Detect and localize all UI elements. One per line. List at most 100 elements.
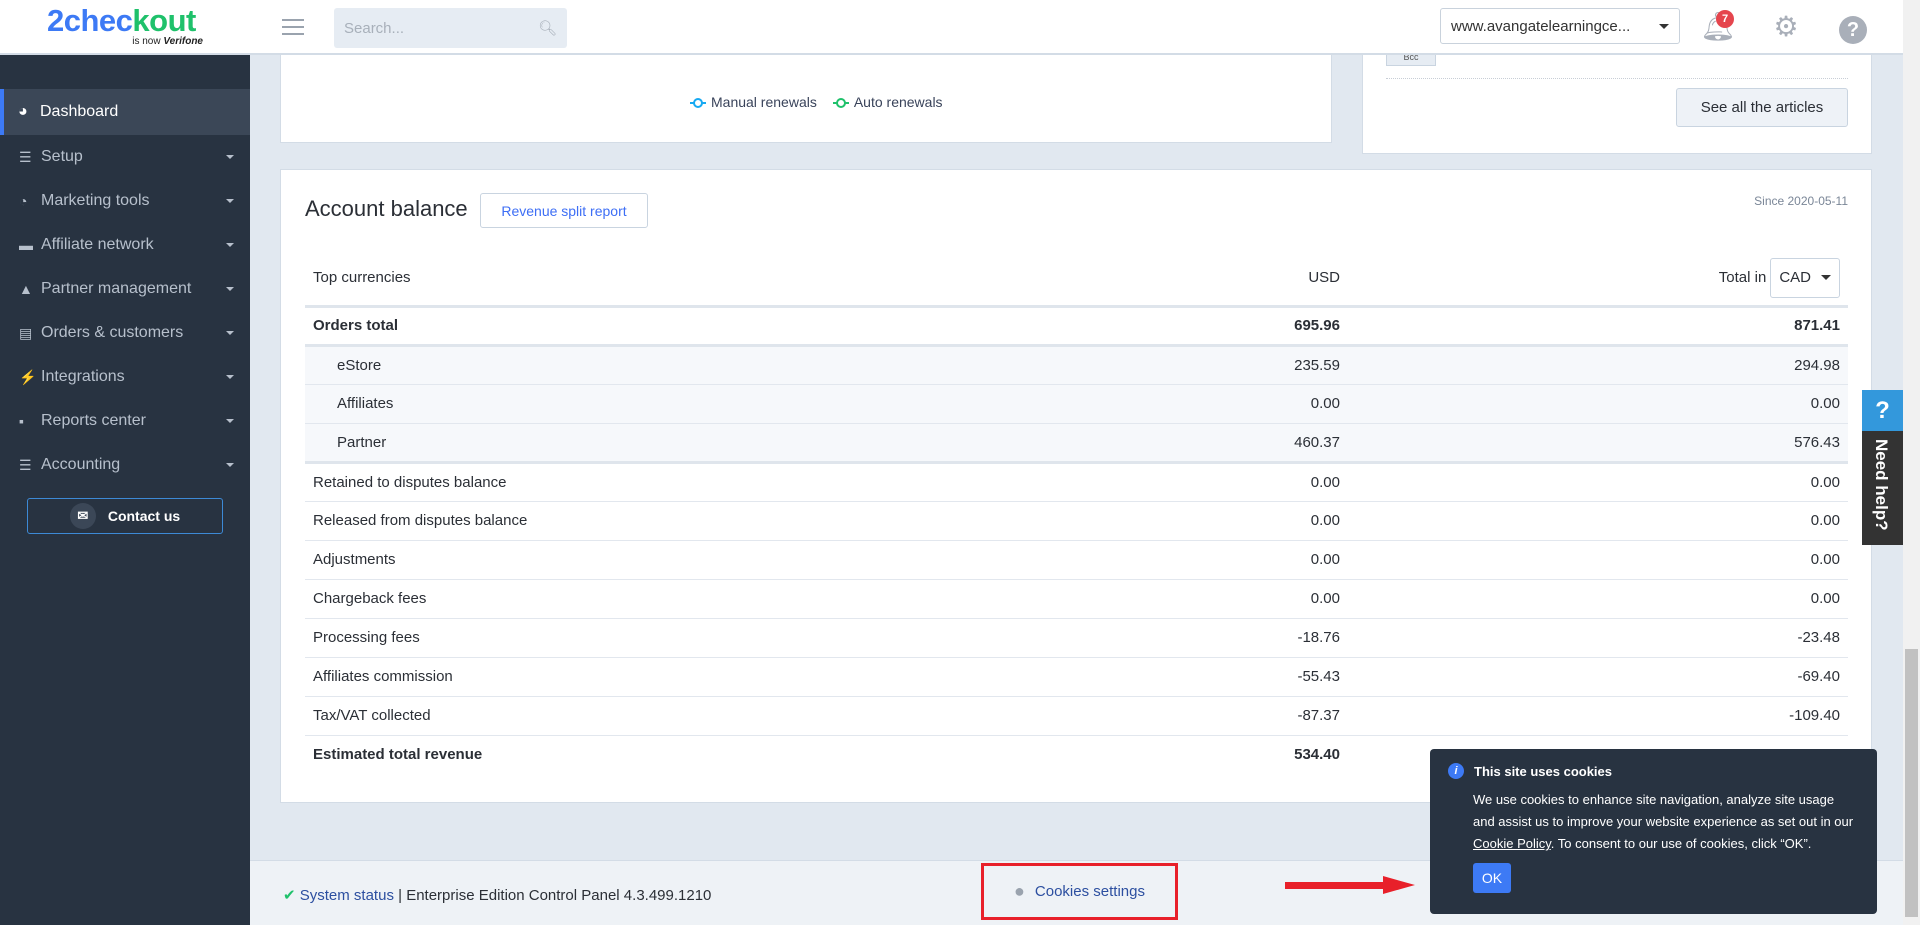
divider bbox=[1386, 78, 1848, 79]
contact-us-button[interactable]: ✉ Contact us bbox=[27, 498, 223, 534]
legend-manual-renewals[interactable]: Manual renewals bbox=[690, 94, 817, 110]
dashboard-icon: ◕ bbox=[18, 103, 28, 120]
table-row: Orders total 695.96 871.41 bbox=[305, 306, 1848, 347]
top-header: 2checkout is now Verifone Search... 🔍︎ ww… bbox=[0, 0, 1903, 55]
cookie-policy-link[interactable]: Cookie Policy bbox=[1473, 836, 1551, 851]
search-input[interactable]: Search... 🔍︎ bbox=[334, 8, 567, 48]
chevron-down-icon bbox=[1659, 23, 1669, 29]
cell-total: -109.40 bbox=[1348, 696, 1848, 736]
sidebar-item-orders-customers[interactable]: ▤ Orders & customers bbox=[0, 311, 250, 355]
cell-total: -69.40 bbox=[1348, 657, 1848, 697]
cell-label: eStore bbox=[305, 345, 748, 385]
sidebar-item-setup[interactable]: ☰ Setup bbox=[0, 135, 250, 179]
cell-total: 0.00 bbox=[1348, 540, 1848, 580]
cell-usd: -87.37 bbox=[748, 696, 1348, 736]
table-row: Partner 460.37 576.43 bbox=[305, 423, 1848, 464]
coins-icon: ☰ bbox=[19, 456, 32, 473]
sidebar-item-marketing-tools[interactable]: ◔ Marketing tools bbox=[0, 179, 250, 223]
cell-total: -23.48 bbox=[1348, 618, 1848, 658]
legend-auto-renewals[interactable]: Auto renewals bbox=[832, 94, 943, 110]
bar-chart-icon: ▪ bbox=[19, 413, 24, 429]
cell-usd: 0.00 bbox=[748, 501, 1348, 541]
cell-total: 576.43 bbox=[1348, 423, 1848, 464]
cell-label: Retained to disputes balance bbox=[305, 462, 748, 502]
domain-select[interactable]: www.avangatelearningce... bbox=[1440, 8, 1680, 44]
sidebar-item-accounting[interactable]: ☰ Accounting bbox=[0, 443, 250, 487]
red-arrow-annotation bbox=[1285, 876, 1415, 894]
cell-usd: 695.96 bbox=[748, 306, 1348, 347]
see-all-articles-button[interactable]: See all the articles bbox=[1676, 88, 1848, 127]
bell-icon[interactable]: 🔔︎ 7 bbox=[1700, 10, 1736, 44]
cell-label: Tax/VAT collected bbox=[305, 696, 748, 736]
cell-usd: 0.00 bbox=[748, 540, 1348, 580]
cell-label: Orders total bbox=[305, 306, 748, 347]
cell-usd: 0.00 bbox=[748, 384, 1348, 424]
gear-icon[interactable]: ⚙ bbox=[1770, 10, 1802, 44]
system-status: ✔ System status | Enterprise Edition Con… bbox=[283, 887, 712, 904]
col-total: Total in CAD bbox=[1348, 251, 1848, 308]
table-row: Released from disputes balance 0.00 0.00 bbox=[305, 501, 1848, 541]
table-row: Affiliates commission -55.43 -69.40 bbox=[305, 657, 1848, 697]
cell-total: 0.00 bbox=[1348, 384, 1848, 424]
cell-label: Estimated total revenue bbox=[313, 746, 483, 764]
need-help-tab[interactable]: ? Need help? bbox=[1862, 390, 1903, 545]
cell-usd: 0.00 bbox=[748, 462, 1348, 502]
table-row: Tax/VAT collected -87.37 -109.40 bbox=[305, 696, 1848, 736]
cookie-banner: i This site uses cookies We use cookies t… bbox=[1430, 749, 1877, 914]
system-status-link[interactable]: System status bbox=[300, 887, 394, 904]
info-icon: i bbox=[1448, 763, 1464, 779]
since-date: Since 2020-05-11 bbox=[1754, 194, 1848, 208]
cell-label: Processing fees bbox=[305, 618, 748, 658]
col-top-currencies: Top currencies bbox=[305, 251, 748, 308]
sidebar-item-reports-center[interactable]: ▪ Reports center bbox=[0, 399, 250, 443]
cell-total: 0.00 bbox=[1348, 501, 1848, 541]
cell-usd: 460.37 bbox=[748, 423, 1348, 464]
sidebar-item-dashboard[interactable]: ◕ Dashboard bbox=[0, 89, 250, 135]
article-tag: Bcc bbox=[1386, 55, 1436, 66]
envelope-icon: ✉ bbox=[69, 503, 96, 529]
scrollbar-thumb[interactable] bbox=[1905, 649, 1918, 917]
logo-text: 2checkout bbox=[47, 3, 196, 38]
table-row: Adjustments 0.00 0.00 bbox=[305, 540, 1848, 580]
cell-total: 871.41 bbox=[1348, 306, 1848, 347]
table-row: Chargeback fees 0.00 0.00 bbox=[305, 579, 1848, 619]
cell-label: Affiliates commission bbox=[305, 657, 748, 697]
cell-total: 0.00 bbox=[1348, 462, 1848, 502]
question-icon: ? bbox=[1862, 390, 1903, 431]
cookie-ok-button[interactable]: OK bbox=[1473, 863, 1511, 893]
notification-badge: 7 bbox=[1716, 10, 1734, 28]
cell-label: Partner bbox=[305, 423, 748, 464]
sidebar: ◕ Dashboard ☰ Setup ◔ Marketing tools ▬ Affi… bbox=[0, 55, 250, 925]
clipboard-icon: ▤ bbox=[19, 324, 33, 341]
balance-table: Top currencies USD Total in CAD Orders to… bbox=[305, 251, 1848, 774]
table-row: Processing fees -18.76 -23.48 bbox=[305, 618, 1848, 658]
hamburger-menu-icon[interactable] bbox=[282, 19, 304, 35]
sidebar-item-integrations[interactable]: ⚡ Integrations bbox=[0, 355, 250, 399]
currency-select[interactable]: CAD bbox=[1770, 257, 1840, 298]
help-icon[interactable]: ? bbox=[1837, 10, 1869, 44]
cell-usd: -55.43 bbox=[748, 657, 1348, 697]
cell-total: 0.00 bbox=[1348, 579, 1848, 619]
account-balance-title: Account balance bbox=[305, 196, 468, 221]
cell-label: Adjustments bbox=[305, 540, 748, 580]
handshake-icon: ▬ bbox=[19, 237, 33, 253]
sitemap-icon: ▲ bbox=[19, 281, 33, 297]
revenue-split-report-button[interactable]: Revenue split report bbox=[480, 193, 648, 228]
table-row: eStore 235.59 294.98 bbox=[305, 345, 1848, 385]
logo[interactable]: 2checkout is now Verifone bbox=[47, 3, 207, 51]
table-row: Retained to disputes balance 0.00 0.00 bbox=[305, 462, 1848, 502]
chevron-down-icon bbox=[1821, 275, 1831, 281]
check-icon: ✔ bbox=[283, 887, 296, 904]
cell-usd: 235.59 bbox=[748, 345, 1348, 385]
sidebar-item-partner-management[interactable]: ▲ Partner management bbox=[0, 267, 250, 311]
pie-chart-icon: ◔ bbox=[19, 193, 28, 209]
cookies-settings-link[interactable]: ● Cookies settings bbox=[981, 863, 1178, 920]
cell-usd: 534.40 bbox=[1294, 746, 1340, 764]
renewals-card bbox=[280, 40, 1332, 143]
table-row: Affiliates 0.00 0.00 bbox=[305, 384, 1848, 424]
cookie-icon: ● bbox=[1014, 881, 1025, 901]
sidebar-item-affiliate-network[interactable]: ▬ Affiliate network bbox=[0, 223, 250, 267]
cell-usd: -18.76 bbox=[748, 618, 1348, 658]
search-icon: 🔍︎ bbox=[537, 20, 557, 37]
cell-label: Chargeback fees bbox=[305, 579, 748, 619]
